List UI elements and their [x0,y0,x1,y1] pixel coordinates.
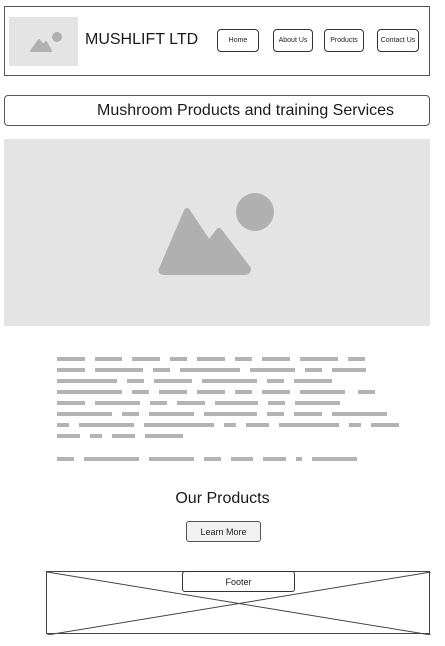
text-line [57,434,402,438]
footer: Footer [46,571,431,635]
text-line [57,379,402,383]
learn-more-button[interactable]: Learn More [186,521,261,542]
nav-products-button[interactable]: Products [324,29,364,52]
nav-contact-button[interactable]: Contact Us [377,29,419,52]
brand-name: MUSHLIFT LTD [85,31,199,48]
text-line [57,401,402,405]
logo-image [9,17,78,66]
tagline-bar: Mushroom Products and training Services [4,95,430,126]
text-line [57,357,402,361]
image-placeholder-icon [158,193,274,275]
hero-image [4,139,430,326]
text-line [57,423,402,427]
text-line [57,368,402,372]
section-heading: Our Products [175,490,270,507]
image-placeholder-icon [30,32,62,52]
tagline-text: Mushroom Products and training Services [97,102,395,119]
body-text-placeholder [57,355,402,470]
footer-label: Footer [182,571,295,592]
text-line [57,412,402,416]
nav-about-button[interactable]: About Us [273,29,313,52]
nav-home-button[interactable]: Home [217,29,259,52]
text-line [57,457,402,461]
text-line [57,390,402,394]
site-header: MUSHLIFT LTD Home About Us Products Cont… [4,6,430,76]
